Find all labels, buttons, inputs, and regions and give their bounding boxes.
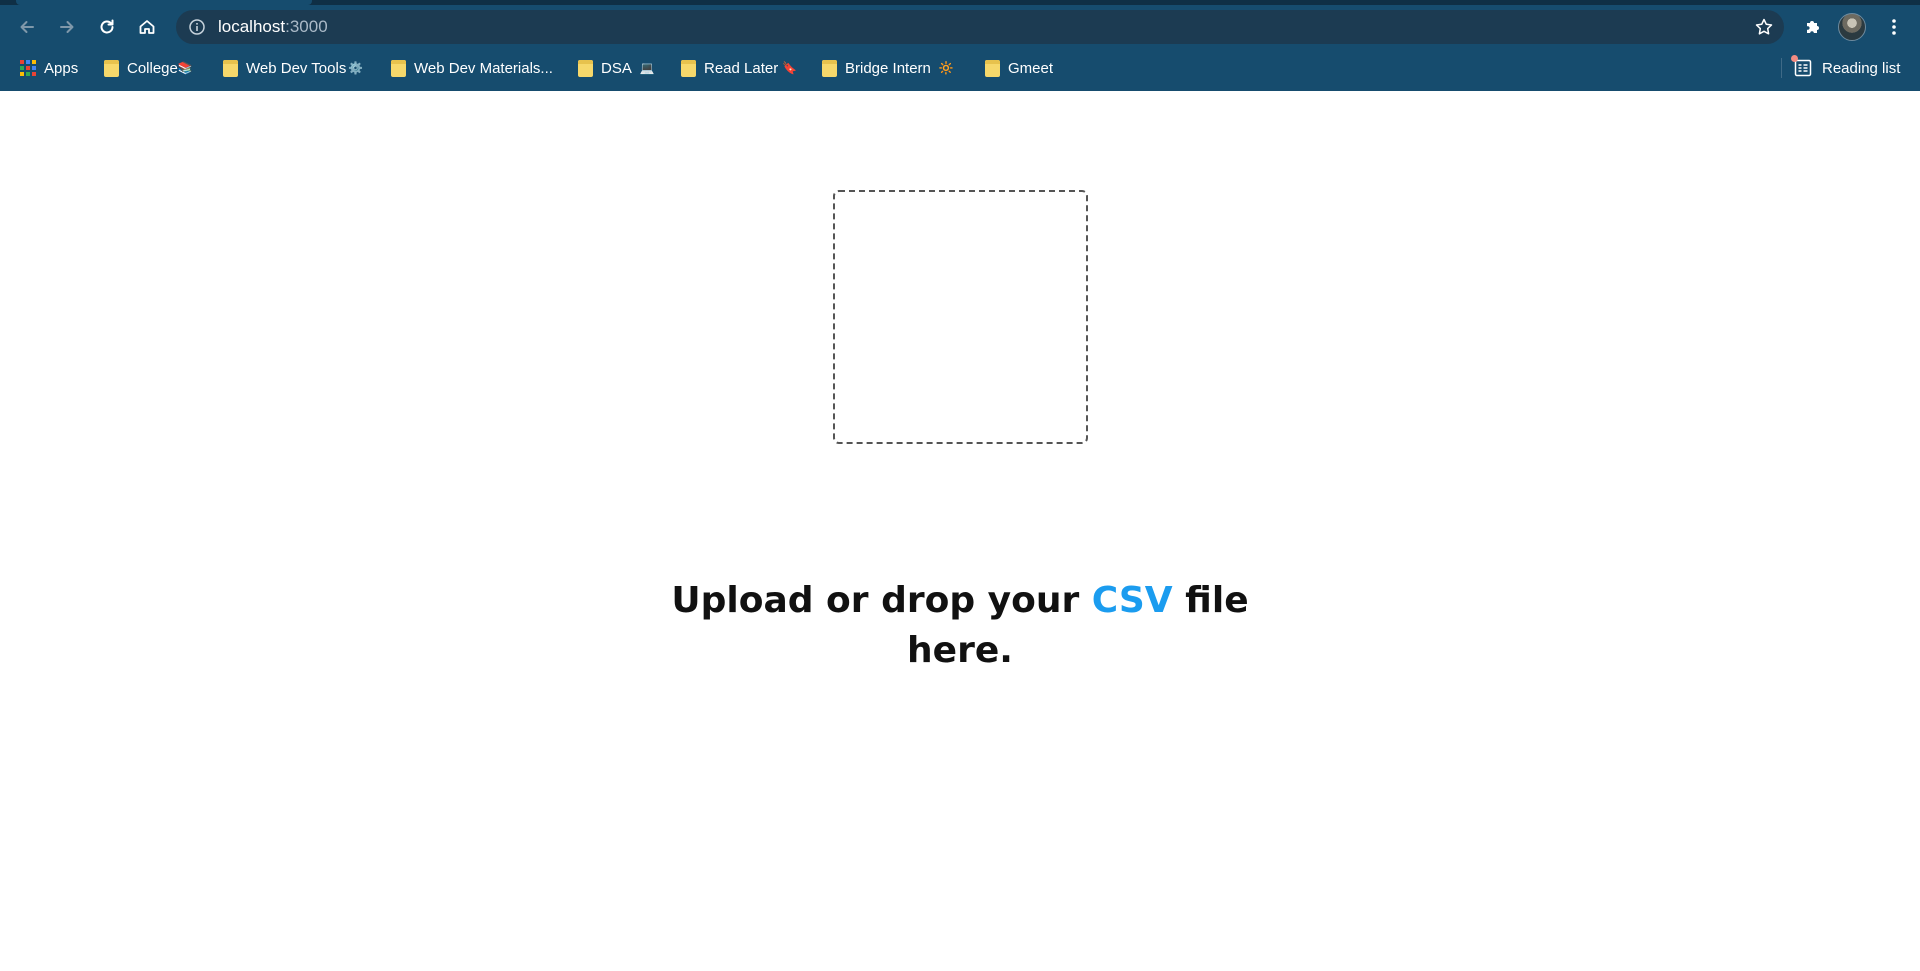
url-host: localhost (218, 17, 286, 36)
reading-list-label: Reading list (1822, 59, 1901, 77)
puzzle-icon (1807, 21, 1819, 33)
notification-dot (1791, 55, 1798, 62)
folder-icon (822, 59, 837, 77)
bookmark-gmeet[interactable]: Gmeet (981, 53, 1057, 83)
arrow-right-icon (60, 21, 74, 33)
bookmark-label: Web Dev Tools (246, 59, 347, 77)
tab-strip (0, 0, 1920, 5)
forward-button[interactable] (51, 11, 83, 43)
sun-emoji-icon: 🔆 (938, 61, 954, 75)
active-tab[interactable] (16, 0, 312, 5)
bookmark-college[interactable]: College 📚 (100, 53, 197, 83)
bookmark-label: Gmeet (1008, 59, 1054, 77)
books-emoji-icon: 📚 (177, 61, 193, 75)
bookmark-apps[interactable]: Apps (16, 53, 82, 83)
browser-toolbar: localhost:3000 (0, 7, 1920, 47)
url-text[interactable]: localhost:3000 (218, 10, 328, 44)
bookmark-label: Apps (44, 59, 79, 77)
folder-icon (223, 59, 238, 77)
bookmark-label: Read Later (704, 59, 779, 77)
bookmark-label: DSA (601, 59, 632, 77)
browser-menu-button[interactable] (1878, 11, 1910, 43)
bookmark-label: Bridge Intern (845, 59, 931, 77)
bookmark-web-dev-tools[interactable]: Web Dev Tools ⚙️ (219, 53, 367, 83)
bookmark-web-dev-materials[interactable]: Web Dev Materials... (387, 53, 557, 83)
folder-icon (391, 59, 406, 77)
bookmarks-divider (1781, 58, 1782, 78)
arrow-left-icon (20, 21, 34, 33)
bookmark-read-later[interactable]: Read Later 🔖 (677, 53, 801, 83)
folder-icon (681, 59, 696, 77)
folder-icon (104, 59, 119, 77)
upload-instruction: Upload or drop your CSV file here. (660, 576, 1260, 676)
folder-icon (985, 59, 1000, 77)
kebab-menu-icon (1892, 19, 1896, 35)
home-button[interactable] (131, 11, 163, 43)
bookmark-label: College (127, 59, 178, 77)
folder-icon (578, 59, 593, 77)
bookmark-bridge-intern[interactable]: Bridge Intern 🔆 (818, 53, 958, 83)
csv-dropzone[interactable] (833, 190, 1088, 444)
laptop-emoji-icon: 💻 (639, 61, 655, 75)
star-icon[interactable] (1754, 17, 1774, 37)
bookmark-label: Web Dev Materials... (414, 59, 553, 77)
profile-avatar[interactable] (1838, 13, 1866, 41)
info-icon[interactable] (188, 18, 206, 36)
upload-text-before: Upload or drop your (671, 580, 1092, 621)
url-port: :3000 (285, 17, 328, 36)
reload-button[interactable] (91, 11, 123, 43)
reading-list-button[interactable]: Reading list (1791, 53, 1901, 83)
address-bar[interactable]: localhost:3000 (176, 10, 1784, 44)
bookmark-emoji-icon: 🔖 (782, 61, 798, 75)
reading-list-icon (1791, 55, 1812, 77)
browser-chrome: localhost:3000 Apps College 📚 Web Dev To… (0, 0, 1920, 91)
extensions-button[interactable] (1797, 11, 1829, 43)
gear-emoji-icon: ⚙️ (348, 61, 364, 75)
bookmark-dsa[interactable]: DSA 💻 (574, 53, 659, 83)
apps-grid-icon (20, 60, 36, 76)
reload-icon (100, 19, 114, 34)
csv-highlight: CSV (1091, 580, 1173, 621)
bookmarks-bar: Apps College 📚 Web Dev Tools ⚙️ Web Dev … (0, 53, 1920, 83)
back-button[interactable] (11, 11, 43, 43)
home-icon (139, 20, 155, 34)
